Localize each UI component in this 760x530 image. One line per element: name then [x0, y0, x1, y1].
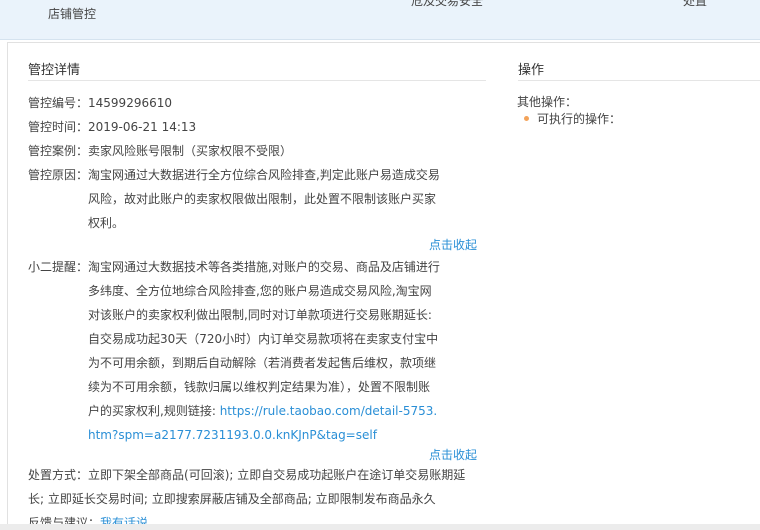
control-detail-title: 管控详情	[28, 58, 486, 81]
action-method: 处置方式：立即下架全部商品(可回滚); 立即自交易成功起账户在途订单交易账期延长…	[28, 463, 478, 511]
action-text: 立即下架全部商品(可回滚); 立即自交易成功起账户在途订单交易账期延长; 立即延…	[28, 468, 466, 506]
control-time-value: 2019-06-21 14:13	[88, 120, 197, 134]
bottom-scroll-strip	[0, 524, 760, 530]
bullet-dot-icon	[524, 116, 529, 121]
control-case-value: 卖家风险账号限制（买家权限不受限）	[88, 144, 293, 158]
control-case-label: 管控案例：	[28, 144, 89, 158]
control-time-row: 管控时间：2019-06-21 14:13	[28, 115, 196, 139]
control-id-row: 管控编号：14599296610	[28, 91, 172, 115]
tip-body: 淘宝网通过大数据技术等各类措施,对账户的交易、商品及店铺进行多纬度、全方位地综合…	[88, 260, 440, 418]
executable-operations-label: 可执行的操作：	[537, 112, 622, 126]
collapse-tip-link[interactable]: 点击收起	[429, 446, 477, 463]
other-operations-label: 其他操作：	[517, 95, 578, 109]
collapse-reason-link[interactable]: 点击收起	[429, 236, 477, 253]
operations-title: 操作	[518, 58, 760, 81]
control-reason-label: 管控原因：	[28, 168, 89, 182]
column-risk-type: 危及交易安全	[411, 0, 484, 8]
control-id-label: 管控编号：	[28, 96, 89, 110]
action-label: 处置方式：	[28, 468, 89, 482]
tip-label: 小二提醒：	[28, 260, 89, 274]
control-time-label: 管控时间：	[28, 120, 89, 134]
column-handling: 处置	[683, 0, 708, 8]
control-case-row: 管控案例：卖家风险账号限制（买家权限不受限）	[28, 139, 292, 163]
control-detail-panel: 管控详情 操作 管控编号：14599296610 管控时间：2019-06-21…	[7, 42, 760, 530]
control-id-value: 14599296610	[88, 96, 172, 110]
tip-text: 淘宝网通过大数据技术等各类措施,对账户的交易、商品及店铺进行多纬度、全方位地综合…	[88, 255, 440, 447]
column-store-control: 店铺管控	[48, 7, 97, 21]
table-header-row: 店铺管控 危及交易安全 处置	[0, 0, 760, 40]
control-reason-text: 淘宝网通过大数据进行全方位综合风险排查,判定此账户易造成交易风险，故对此账户的卖…	[88, 168, 440, 230]
executable-operations-item: 可执行的操作：	[524, 110, 621, 127]
